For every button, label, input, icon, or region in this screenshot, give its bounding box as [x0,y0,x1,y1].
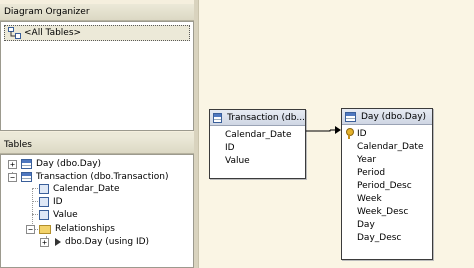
tree-item-relationships[interactable]: − Relationships [26,223,115,235]
primary-key-icon [345,128,354,139]
collapse-icon[interactable]: − [26,224,35,234]
table-row[interactable]: Value [210,154,305,167]
table-row[interactable]: Week_Desc [342,205,432,218]
table-row[interactable]: Week [342,192,432,205]
table-icon [345,111,356,122]
transaction-table-header[interactable]: Transaction (db... [210,110,305,126]
table-row[interactable]: Period [342,166,432,179]
table-icon [21,159,32,169]
column-icon [39,210,49,220]
folder-icon [39,224,51,234]
table-row[interactable]: ID [342,127,432,140]
tree-column-id[interactable]: ID [39,196,63,208]
diagram-organizer-title: Diagram Organizer [0,4,194,21]
diagram-icon [7,27,21,39]
relationship-arrow-icon [55,238,61,246]
tree-item-transaction[interactable]: − Transaction (dbo.Transaction) [8,171,169,183]
table-icon [21,172,32,182]
expand-icon[interactable]: + [40,237,49,247]
table-row[interactable]: Day_Desc [342,231,432,244]
expand-icon[interactable]: + [8,159,17,169]
tree-item-day[interactable]: + Day (dbo.Day) [8,158,101,170]
table-row[interactable]: Year [342,153,432,166]
transaction-table-box[interactable]: Transaction (db... Calendar_Date ID Valu… [209,109,306,179]
day-table-header[interactable]: Day (dbo.Day) [342,109,432,125]
tree-item-relationship[interactable]: + dbo.Day (using ID) [40,236,149,248]
day-table-box[interactable]: Day (dbo.Day) ID Calendar_Date Year Peri… [341,108,433,260]
table-row[interactable]: Calendar_Date [342,140,432,153]
table-icon [213,112,223,123]
column-icon [39,197,49,207]
column-icon [39,184,49,194]
table-row[interactable]: Calendar_Date [210,128,305,141]
table-row[interactable]: Day [342,218,432,231]
organizer-item-all-tables[interactable]: <All Tables> [4,25,190,41]
tables-pane-title: Tables [0,137,194,154]
organizer-item-label: <All Tables> [24,28,82,38]
tree-column-value[interactable]: Value [39,209,78,221]
relationship-connector[interactable] [306,118,342,138]
table-row[interactable]: Period_Desc [342,179,432,192]
collapse-icon[interactable]: − [8,172,17,182]
table-row[interactable]: ID [210,141,305,154]
tree-column-calendar-date[interactable]: Calendar_Date [39,183,119,195]
